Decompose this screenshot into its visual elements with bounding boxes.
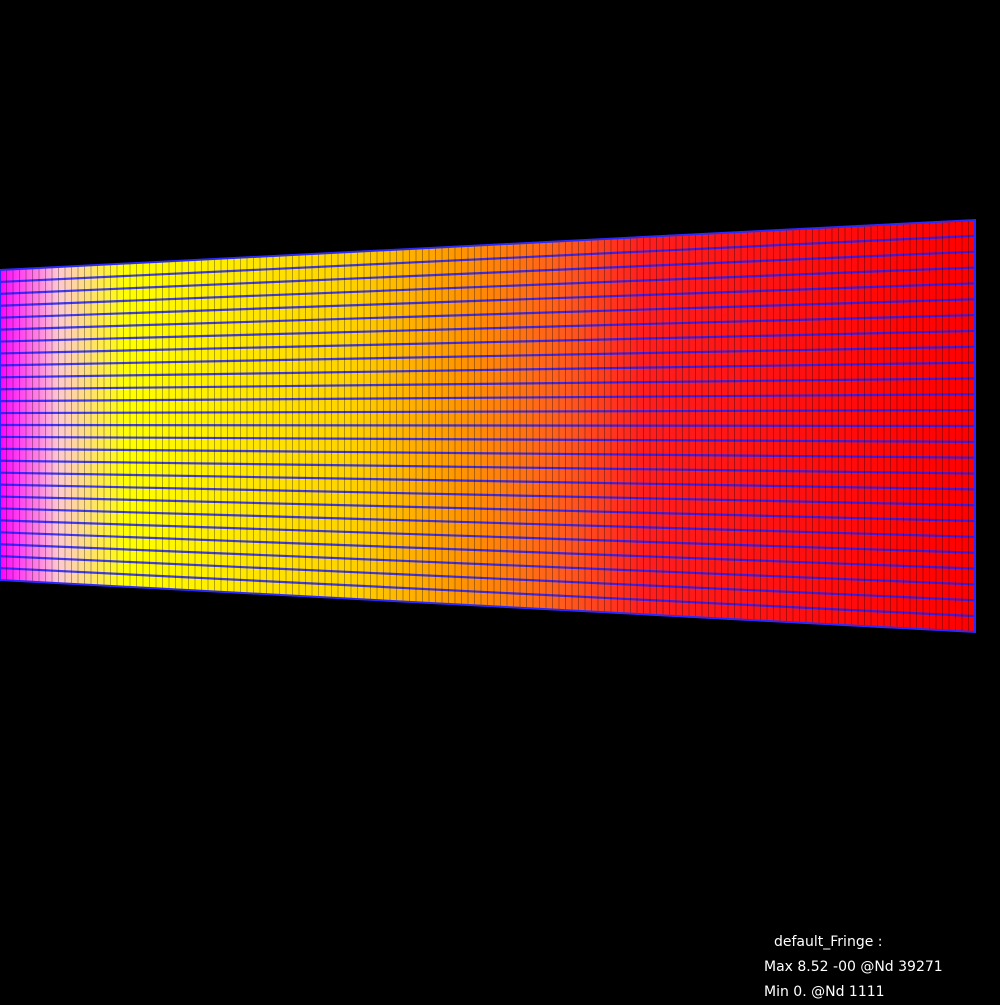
legend-title: default_Fringe : (774, 934, 883, 950)
fringe-mesh-plot[interactable] (0, 0, 1000, 1000)
graphics-viewport[interactable]: default_Fringe : Max 8.52 -00 @Nd 39271 … (0, 0, 1000, 1000)
legend-min: Min 0. @Nd 1111 (764, 984, 885, 1000)
legend-max: Max 8.52 -00 @Nd 39271 (764, 959, 943, 975)
fringe-legend: default_Fringe : Max 8.52 -00 @Nd 39271 … (764, 930, 1000, 1005)
